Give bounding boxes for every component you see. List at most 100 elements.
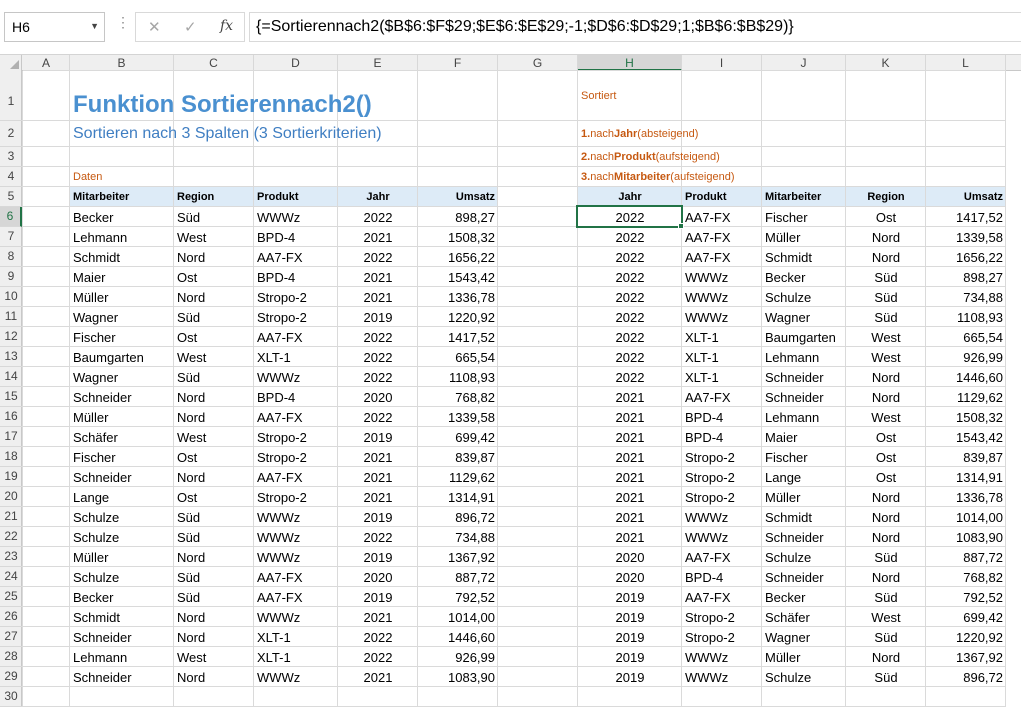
left-table-cell[interactable]: Schmidt (70, 607, 174, 627)
data-label[interactable]: Daten (70, 167, 174, 187)
left-table-cell[interactable]: Stropo-2 (254, 427, 338, 447)
sheet-subtitle[interactable]: Sortieren nach 3 Spalten (3 Sortierkrite… (70, 121, 490, 147)
right-table-cell[interactable]: AA7-FX (682, 587, 762, 607)
left-table-cell[interactable]: 2020 (338, 387, 418, 407)
right-table-header[interactable]: Jahr (578, 187, 682, 207)
right-table-cell[interactable]: 2022 (578, 227, 682, 247)
right-table-cell[interactable]: Schulze (762, 667, 846, 687)
right-table-cell[interactable]: 1108,93 (926, 307, 1006, 327)
left-table-cell[interactable]: 2021 (338, 267, 418, 287)
row-header-27[interactable]: 27 (0, 627, 22, 647)
left-table-cell[interactable]: WWWz (254, 667, 338, 687)
left-table-cell[interactable]: 2021 (338, 447, 418, 467)
right-table-cell[interactable]: 2021 (578, 407, 682, 427)
left-table-cell[interactable]: Müller (70, 287, 174, 307)
right-table-cell[interactable]: AA7-FX (682, 387, 762, 407)
right-table-cell[interactable]: 2020 (578, 567, 682, 587)
drag-handle-icon[interactable]: ⋮ (116, 14, 130, 31)
sheet-title[interactable]: Funktion Sortierennach2() (70, 71, 490, 121)
left-table-header[interactable]: Produkt (254, 187, 338, 207)
left-table-cell[interactable]: 1446,60 (418, 627, 498, 647)
left-table-cell[interactable]: West (174, 227, 254, 247)
right-table-cell[interactable]: 665,54 (926, 327, 1006, 347)
left-table-cell[interactable]: 2021 (338, 227, 418, 247)
right-table-cell[interactable]: 1314,91 (926, 467, 1006, 487)
right-table-cell[interactable]: 839,87 (926, 447, 1006, 467)
left-table-cell[interactable]: Schulze (70, 527, 174, 547)
right-table-cell[interactable]: 2019 (578, 627, 682, 647)
right-table-cell[interactable]: Müller (762, 227, 846, 247)
row-header-19[interactable]: 19 (0, 467, 22, 487)
left-table-cell[interactable]: 2022 (338, 407, 418, 427)
left-table-cell[interactable]: Süd (174, 307, 254, 327)
left-table-cell[interactable]: AA7-FX (254, 247, 338, 267)
right-table-cell[interactable]: 1446,60 (926, 367, 1006, 387)
left-table-cell[interactable]: BPD-4 (254, 267, 338, 287)
right-table-cell[interactable]: 2021 (578, 467, 682, 487)
row-header-21[interactable]: 21 (0, 507, 22, 527)
cancel-icon[interactable]: ✕ (148, 18, 161, 36)
left-table-cell[interactable]: AA7-FX (254, 327, 338, 347)
left-table-cell[interactable]: Becker (70, 587, 174, 607)
right-table-cell[interactable]: Ost (846, 207, 926, 227)
right-table-cell[interactable]: 1220,92 (926, 627, 1006, 647)
right-table-cell[interactable]: Süd (846, 267, 926, 287)
right-table-cell[interactable]: West (846, 327, 926, 347)
left-table-cell[interactable]: Nord (174, 627, 254, 647)
right-table-cell[interactable]: Müller (762, 487, 846, 507)
left-table-cell[interactable]: Schulze (70, 507, 174, 527)
left-table-cell[interactable]: XLT-1 (254, 347, 338, 367)
right-table-cell[interactable]: Schulze (762, 287, 846, 307)
right-table-cell[interactable]: 1417,52 (926, 207, 1006, 227)
right-table-cell[interactable]: Stropo-2 (682, 627, 762, 647)
right-table-header[interactable]: Produkt (682, 187, 762, 207)
left-table-cell[interactable]: 839,87 (418, 447, 498, 467)
left-table-cell[interactable]: 2022 (338, 207, 418, 227)
left-table-cell[interactable]: Baumgarten (70, 347, 174, 367)
left-table-cell[interactable]: WWWz (254, 507, 338, 527)
right-table-cell[interactable]: Becker (762, 587, 846, 607)
right-table-cell[interactable]: Wagner (762, 627, 846, 647)
left-table-cell[interactable]: Schneider (70, 667, 174, 687)
row-header-4[interactable]: 4 (0, 167, 22, 187)
column-header-f[interactable]: F (418, 55, 498, 71)
left-table-cell[interactable]: 2022 (338, 327, 418, 347)
left-table-cell[interactable]: Ost (174, 447, 254, 467)
row-header-11[interactable]: 11 (0, 307, 22, 327)
left-table-cell[interactable]: Wagner (70, 367, 174, 387)
left-table-cell[interactable]: Nord (174, 287, 254, 307)
row-header-12[interactable]: 12 (0, 327, 22, 347)
left-table-cell[interactable]: 896,72 (418, 507, 498, 527)
row-header-24[interactable]: 24 (0, 567, 22, 587)
right-table-cell[interactable]: XLT-1 (682, 327, 762, 347)
right-table-cell[interactable]: 898,27 (926, 267, 1006, 287)
left-table-cell[interactable]: Stropo-2 (254, 287, 338, 307)
right-table-cell[interactable]: AA7-FX (682, 547, 762, 567)
right-table-cell[interactable]: Süd (846, 307, 926, 327)
right-table-cell[interactable]: Fischer (762, 207, 846, 227)
right-table-cell[interactable]: Nord (846, 227, 926, 247)
right-table-cell[interactable]: WWWz (682, 647, 762, 667)
row-header-15[interactable]: 15 (0, 387, 22, 407)
left-table-cell[interactable]: 2022 (338, 347, 418, 367)
left-table-header[interactable]: Umsatz (418, 187, 498, 207)
left-table-cell[interactable]: 792,52 (418, 587, 498, 607)
left-table-cell[interactable]: WWWz (254, 547, 338, 567)
right-table-cell[interactable]: BPD-4 (682, 407, 762, 427)
formula-input[interactable]: {=Sortierennach2($B$6:$F$29;$E$6:$E$29;-… (249, 12, 1021, 42)
left-table-cell[interactable]: Müller (70, 407, 174, 427)
right-table-cell[interactable]: Süd (846, 627, 926, 647)
right-table-cell[interactable]: Nord (846, 367, 926, 387)
right-table-cell[interactable]: Nord (846, 247, 926, 267)
right-table-cell[interactable]: 699,42 (926, 607, 1006, 627)
row-header-22[interactable]: 22 (0, 527, 22, 547)
left-table-cell[interactable]: Maier (70, 267, 174, 287)
row-header-23[interactable]: 23 (0, 547, 22, 567)
row-header-1[interactable]: 1 (0, 71, 22, 121)
left-table-cell[interactable]: 1129,62 (418, 467, 498, 487)
left-table-cell[interactable]: Lehmann (70, 647, 174, 667)
left-table-cell[interactable]: Stropo-2 (254, 307, 338, 327)
right-table-cell[interactable]: 2021 (578, 387, 682, 407)
left-table-cell[interactable]: Ost (174, 267, 254, 287)
right-table-cell[interactable]: Schäfer (762, 607, 846, 627)
